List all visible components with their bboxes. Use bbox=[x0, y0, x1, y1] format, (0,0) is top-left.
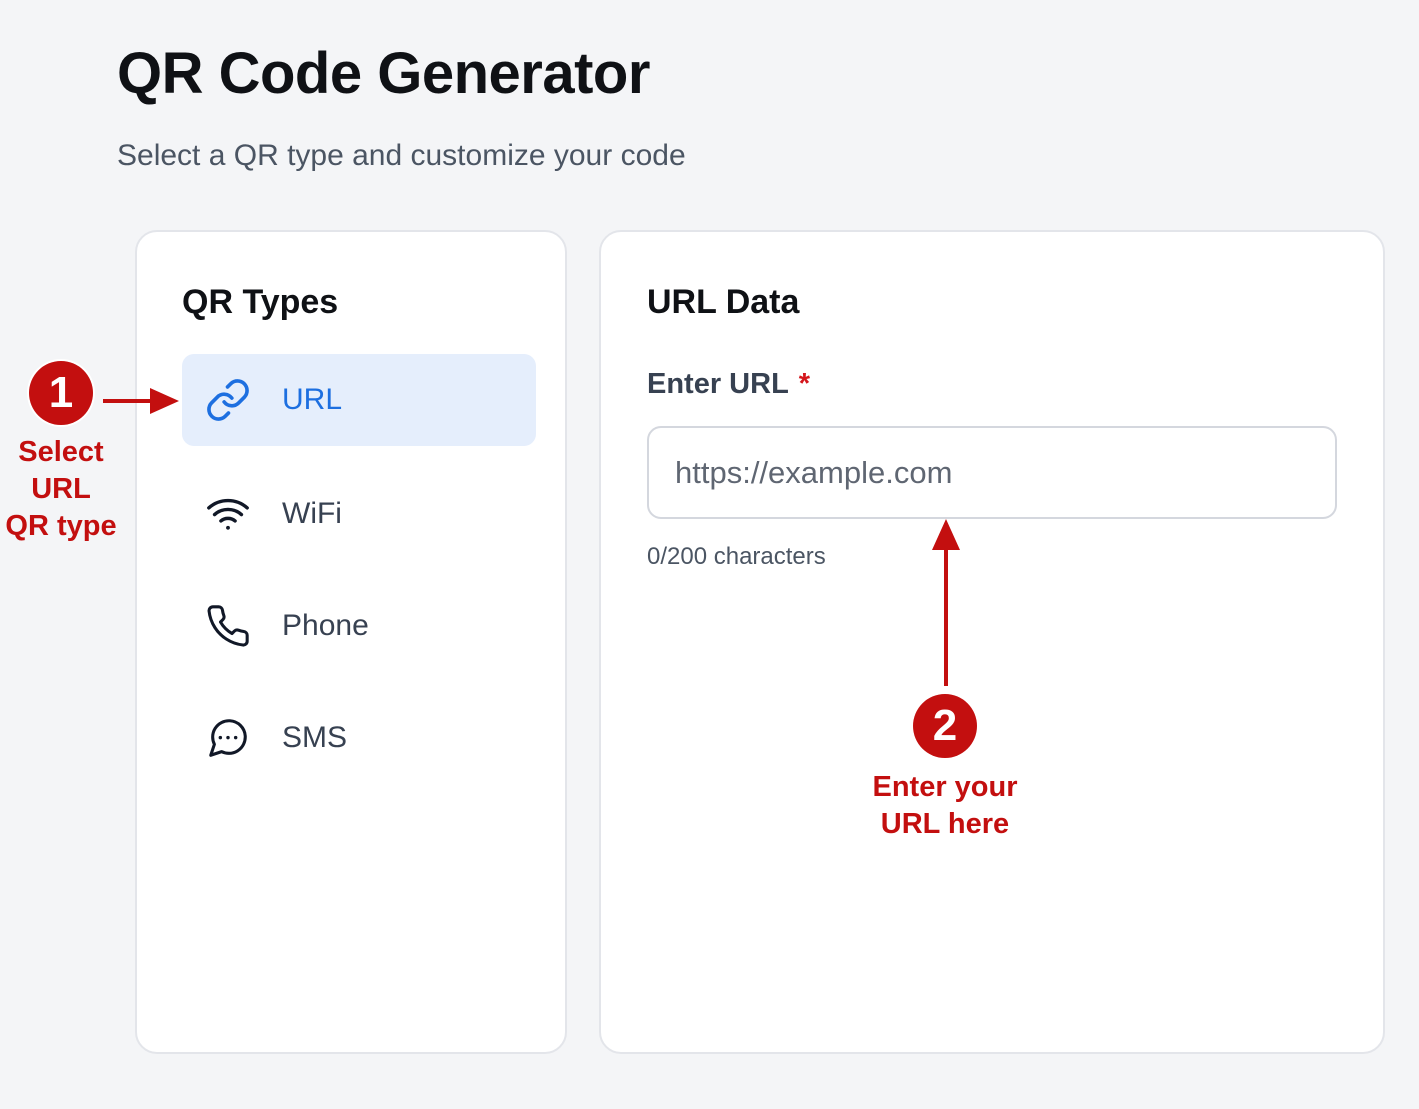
url-data-panel: URL Data Enter URL * 0/200 characters bbox=[599, 230, 1385, 1054]
phone-icon bbox=[205, 603, 251, 649]
qr-type-wifi-label: WiFi bbox=[282, 497, 342, 530]
annotation-badge-1: 1 bbox=[29, 361, 93, 425]
wifi-icon bbox=[205, 491, 251, 537]
qr-type-url-label: URL bbox=[282, 383, 343, 416]
qr-type-sms-label: SMS bbox=[282, 721, 348, 754]
url-data-title: URL Data bbox=[647, 283, 800, 321]
link-icon bbox=[205, 377, 251, 423]
qr-type-url[interactable]: URL bbox=[182, 354, 536, 446]
url-field-label: Enter URL * bbox=[647, 364, 810, 404]
page-subtitle: Select a QR type and customize your code bbox=[117, 139, 686, 172]
char-counter: 0/200 characters bbox=[647, 543, 826, 570]
qr-types-panel: QR Types URL WiFi Phone SMS bbox=[135, 230, 567, 1054]
annotation-text-2: Enter your URL here bbox=[872, 771, 1018, 840]
url-field-label-text: Enter URL bbox=[647, 368, 789, 400]
qr-type-phone[interactable]: Phone bbox=[182, 580, 536, 672]
qr-type-wifi[interactable]: WiFi bbox=[182, 468, 536, 560]
annotation-badge-2: 2 bbox=[913, 694, 977, 758]
qr-type-sms[interactable]: SMS bbox=[182, 692, 536, 784]
qr-type-phone-label: Phone bbox=[282, 609, 369, 642]
url-input[interactable] bbox=[647, 426, 1337, 519]
qr-types-title: QR Types bbox=[182, 283, 339, 321]
page-title: QR Code Generator bbox=[117, 41, 650, 106]
required-mark: * bbox=[798, 368, 811, 400]
sms-chat-icon bbox=[205, 715, 251, 761]
annotation-text-1: Select URL QR type bbox=[5, 436, 117, 542]
